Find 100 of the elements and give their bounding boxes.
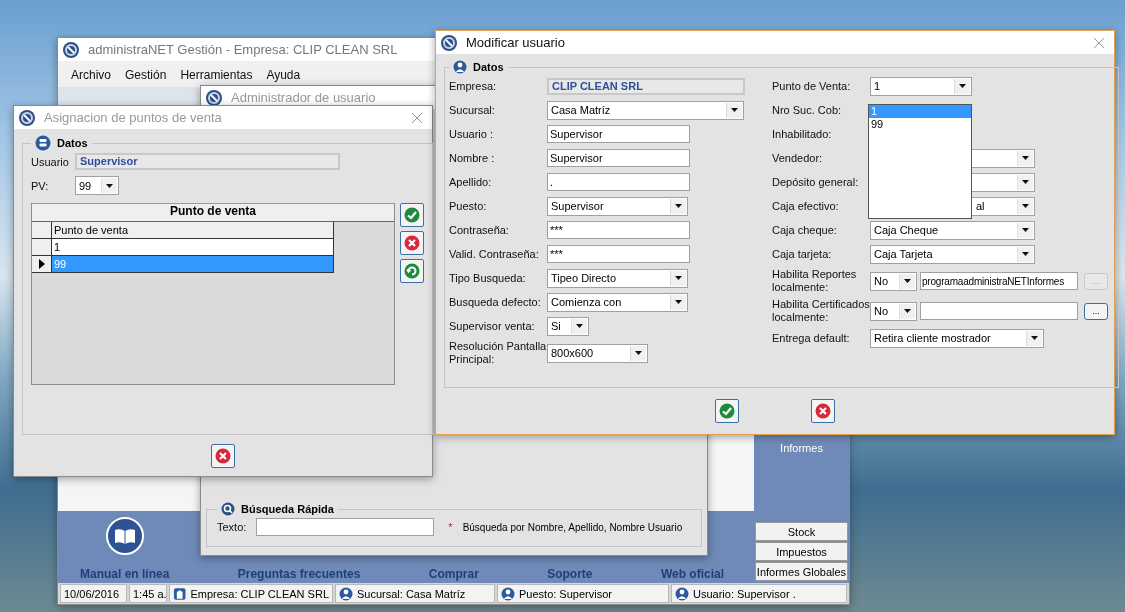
delete-button[interactable] bbox=[400, 231, 424, 255]
field-label: Inhabilitado: bbox=[772, 127, 833, 141]
field-label: Sucursal: bbox=[449, 103, 496, 117]
field-label: Usuario : bbox=[449, 127, 495, 141]
cancel-button[interactable] bbox=[211, 443, 235, 468]
field-label: Empresa: bbox=[449, 79, 498, 93]
window-title: Modificar usuario bbox=[466, 35, 565, 50]
confirm-button[interactable] bbox=[400, 203, 424, 227]
menu-item[interactable]: Archivo bbox=[71, 68, 111, 80]
field-label: Valid. Contraseña: bbox=[449, 247, 540, 261]
search-field[interactable] bbox=[256, 518, 435, 536]
report-button[interactable]: Informes Globales bbox=[755, 562, 848, 581]
browse-button[interactable]: ... bbox=[1084, 302, 1108, 320]
refresh-icon bbox=[404, 263, 420, 279]
field-label: Apellido: bbox=[449, 175, 493, 189]
field-label: Tipo Busqueda: bbox=[449, 271, 527, 285]
field-label: Puesto: bbox=[449, 199, 488, 213]
field-label: PV: bbox=[31, 179, 50, 192]
status-text: 1:45 a. bbox=[133, 587, 167, 600]
dropdown-field[interactable]: Si bbox=[547, 316, 589, 336]
field-label: Caja tarjeta: bbox=[772, 247, 833, 261]
caret-icon bbox=[959, 84, 966, 88]
search-icon bbox=[221, 502, 235, 516]
field-label: Caja efectivo: bbox=[772, 199, 840, 213]
path-field[interactable] bbox=[920, 302, 1078, 320]
status-text: Usuario: Supervisor . bbox=[693, 587, 796, 600]
field-label: Resolución Pantalla Principal: bbox=[449, 340, 547, 366]
caret-icon bbox=[731, 108, 738, 112]
dropdown-option[interactable]: 99 bbox=[869, 118, 971, 131]
row-header[interactable] bbox=[32, 239, 52, 255]
dropdown-field[interactable]: 1 bbox=[870, 76, 972, 96]
caret-icon bbox=[675, 276, 682, 280]
menu-item[interactable]: Herramientas bbox=[180, 68, 253, 80]
pointer-icon bbox=[38, 259, 45, 269]
menu-item[interactable]: Ayuda bbox=[266, 68, 301, 80]
required-mark: * bbox=[448, 521, 453, 533]
text-field[interactable]: . bbox=[547, 173, 690, 191]
caret-icon bbox=[904, 309, 911, 313]
text-field[interactable]: Supervisor bbox=[547, 125, 690, 143]
dropdown-field[interactable]: 800x600 bbox=[547, 343, 648, 363]
field-label: Nombre : bbox=[449, 151, 496, 165]
text-field[interactable]: *** bbox=[547, 221, 690, 239]
caret-icon bbox=[1022, 252, 1029, 256]
column-header: Punto de venta bbox=[52, 222, 334, 238]
window-title: Administrador de usuario bbox=[231, 90, 376, 105]
dropdown-field[interactable]: No bbox=[870, 301, 917, 321]
close-icon bbox=[1094, 37, 1104, 48]
group-title: Búsqueda Rápida bbox=[241, 503, 334, 515]
dropdown-field[interactable]: No bbox=[870, 271, 917, 291]
text-field[interactable]: Supervisor bbox=[547, 149, 690, 167]
dropdown-field[interactable]: Casa Matríz bbox=[547, 100, 744, 120]
x-circle-icon bbox=[215, 447, 231, 464]
group-title: Datos bbox=[57, 137, 88, 149]
refresh-button[interactable] bbox=[400, 259, 424, 283]
caret-icon bbox=[1022, 228, 1029, 232]
status-text: Puesto: Supervisor bbox=[519, 587, 612, 600]
path-field[interactable]: programaadministraNETInformes bbox=[920, 272, 1078, 290]
dropdown-field[interactable]: Retira cliente mostrador bbox=[870, 328, 1044, 348]
dropdown-field[interactable]: Caja Tarjeta bbox=[870, 244, 1035, 264]
panel-title: Informes bbox=[780, 442, 823, 454]
field-label: Caja cheque: bbox=[772, 223, 838, 237]
caret-icon bbox=[675, 300, 682, 304]
close-button[interactable] bbox=[410, 110, 424, 125]
confirm-button[interactable] bbox=[715, 399, 739, 423]
field-label: Usuario bbox=[31, 155, 70, 168]
caret-icon bbox=[904, 279, 911, 283]
dropdown-field[interactable]: Caja Cheque bbox=[870, 220, 1035, 240]
field-label: Punto de Venta: bbox=[772, 79, 852, 93]
caret-icon bbox=[106, 183, 113, 188]
field-label: Contraseña: bbox=[449, 223, 510, 237]
status-text: 10/06/2016 bbox=[64, 587, 120, 600]
caret-icon bbox=[1022, 204, 1029, 208]
field-label: Texto: bbox=[217, 521, 247, 533]
group-title: Datos bbox=[473, 61, 504, 73]
report-button[interactable]: Stock bbox=[755, 522, 848, 541]
field-label: Habilita Certificados localmente: bbox=[772, 298, 870, 324]
close-icon bbox=[412, 112, 422, 123]
check-icon bbox=[719, 403, 735, 419]
text-field[interactable]: *** bbox=[547, 245, 690, 263]
readonly-field: Supervisor bbox=[75, 153, 340, 170]
x-circle-icon bbox=[815, 403, 831, 419]
dropdown-field[interactable]: Tipeo Directo bbox=[547, 268, 688, 288]
table-cell[interactable]: 1 bbox=[52, 239, 334, 255]
field-label: Entrega default: bbox=[772, 331, 851, 345]
caret-icon bbox=[1022, 180, 1029, 184]
field-label: Supervisor venta: bbox=[449, 319, 536, 333]
report-button[interactable]: Impuestos bbox=[755, 542, 848, 561]
cancel-button[interactable] bbox=[811, 399, 835, 423]
field-label: Nro Suc. Cob: bbox=[772, 103, 843, 117]
database-icon bbox=[35, 135, 51, 151]
dropdown-field[interactable]: 99 bbox=[75, 176, 119, 195]
caret-icon bbox=[635, 351, 642, 355]
close-button[interactable] bbox=[1092, 35, 1106, 50]
dropdown-field[interactable]: Supervisor bbox=[547, 196, 688, 216]
status-text: Empresa: CLIP CLEAN SRL bbox=[190, 587, 329, 600]
row-header[interactable] bbox=[32, 256, 52, 272]
caret-icon bbox=[675, 204, 682, 208]
field-label: Depósito general: bbox=[772, 175, 860, 189]
menu-item[interactable]: Gestión bbox=[125, 68, 167, 80]
dropdown-field[interactable]: Comienza con bbox=[547, 292, 688, 312]
